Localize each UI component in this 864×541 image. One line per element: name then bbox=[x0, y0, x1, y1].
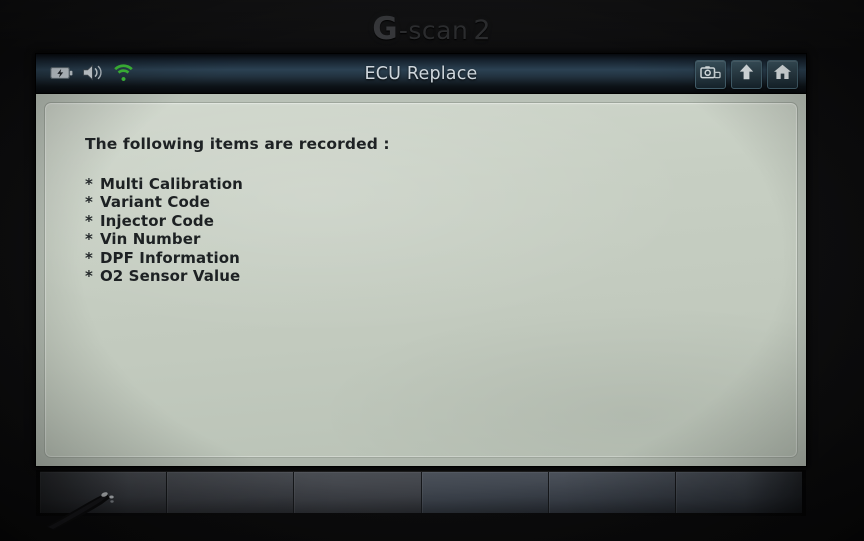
home-button[interactable] bbox=[767, 59, 798, 89]
softkey-5[interactable] bbox=[548, 472, 676, 513]
brand-logo-model: 2 bbox=[473, 15, 492, 46]
softkey-2[interactable] bbox=[167, 472, 295, 513]
list-item: * Vin Number bbox=[85, 230, 797, 248]
screenshot-camera-icon bbox=[700, 64, 721, 85]
intro-text: The following items are recorded : bbox=[85, 135, 390, 153]
scan-tool-device: G-scan 2 ECU Replace The following items… bbox=[0, 0, 864, 541]
home-icon bbox=[773, 63, 792, 85]
message-panel: The following items are recorded : * Mul… bbox=[44, 102, 798, 458]
list-item-label: Vin Number bbox=[99, 230, 201, 249]
bullet-glyph: * bbox=[85, 175, 93, 193]
arrow-up-icon bbox=[738, 63, 755, 85]
bullet-glyph: * bbox=[85, 193, 93, 212]
bullet-glyph: * bbox=[85, 267, 93, 286]
list-item: * Variant Code bbox=[85, 193, 797, 211]
list-item-label: Variant Code bbox=[99, 193, 211, 212]
back-up-button[interactable] bbox=[731, 59, 762, 89]
brand-logo: G-scan 2 bbox=[0, 11, 864, 47]
list-item: * Injector Code bbox=[85, 212, 797, 230]
list-item-label: O2 Sensor Value bbox=[99, 267, 241, 286]
screenshot-camera-button[interactable] bbox=[695, 59, 726, 89]
content-area: The following items are recorded : * Mul… bbox=[36, 94, 806, 466]
list-item-label: DPF Information bbox=[99, 248, 240, 267]
brand-logo-g: G bbox=[372, 11, 399, 47]
softkey-3[interactable] bbox=[294, 472, 422, 513]
softkey-1[interactable] bbox=[40, 472, 168, 513]
list-item: * Multi Calibration bbox=[85, 175, 797, 193]
softkey-bar bbox=[40, 472, 803, 513]
page-title: ECU Replace bbox=[364, 64, 478, 84]
list-item-label: Injector Code bbox=[99, 211, 215, 230]
list-item-label: Multi Calibration bbox=[99, 175, 243, 193]
title-bar: ECU Replace bbox=[36, 54, 806, 94]
softkey-6[interactable] bbox=[675, 472, 803, 513]
brand-logo-scan: -scan bbox=[398, 16, 469, 45]
recorded-items-list: * Multi Calibration * Variant Code * Inj… bbox=[85, 175, 797, 285]
softkey-4[interactable] bbox=[421, 472, 549, 513]
list-item: * O2 Sensor Value bbox=[85, 267, 797, 285]
bullet-glyph: * bbox=[85, 248, 93, 267]
bullet-glyph: * bbox=[85, 211, 93, 230]
tool-icon-group bbox=[695, 59, 798, 89]
list-item: * DPF Information bbox=[85, 249, 797, 267]
bullet-glyph: * bbox=[85, 230, 93, 249]
lcd-screen: ECU Replace The following items are reco… bbox=[36, 54, 806, 466]
